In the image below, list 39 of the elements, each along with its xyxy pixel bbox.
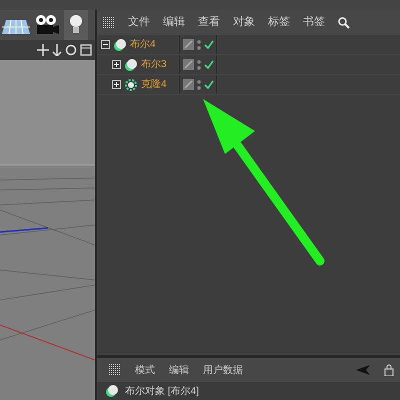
visibility-dots-icon[interactable] [197,58,201,70]
expand-toggle[interactable] [112,60,121,69]
window-icon[interactable] [80,44,92,56]
collapse-toggle[interactable] [101,40,110,49]
object-name[interactable]: 布尔4 [130,37,156,52]
minus-icon [102,41,109,48]
attributes-title: 布尔对象 [布尔4] [125,384,199,398]
menu-item[interactable]: 标签 [268,14,290,31]
object-name[interactable]: 布尔3 [141,57,167,72]
grip-icon[interactable] [103,16,115,28]
plus-icon [113,81,120,88]
boole-icon [124,58,138,72]
search-icon[interactable] [338,16,350,28]
rotate-icon[interactable] [65,44,77,56]
gear-icon [124,78,138,92]
grip-icon[interactable] [109,364,121,376]
boole-icon [113,38,127,52]
menu-item[interactable]: 文件 [128,14,150,31]
lock-icon[interactable] [384,364,394,376]
plus-icon [113,61,120,68]
light-bulb-icon[interactable] [69,14,83,36]
visibility-dots-icon[interactable] [197,38,201,50]
object-name[interactable]: 克隆4 [141,77,167,92]
menu-item[interactable]: 模式 [135,362,155,378]
menu-item[interactable]: 查看 [198,14,220,31]
checkmark-icon[interactable] [204,40,214,50]
menu-item[interactable]: 编辑 [169,362,189,378]
menu-item[interactable]: 书签 [303,14,325,31]
menu-item[interactable]: 编辑 [163,14,185,31]
menu-item[interactable]: 对象 [233,14,255,31]
expand-toggle[interactable] [112,80,121,89]
boole-icon [105,384,119,398]
arrow-down-icon[interactable] [52,44,62,56]
move-icon[interactable] [37,44,49,56]
checkmark-icon[interactable] [204,80,214,90]
checkmark-icon[interactable] [204,60,214,70]
menu-item[interactable]: 用户数据 [203,362,243,378]
visibility-dots-icon[interactable] [197,78,201,90]
camera-icon[interactable] [34,14,60,36]
